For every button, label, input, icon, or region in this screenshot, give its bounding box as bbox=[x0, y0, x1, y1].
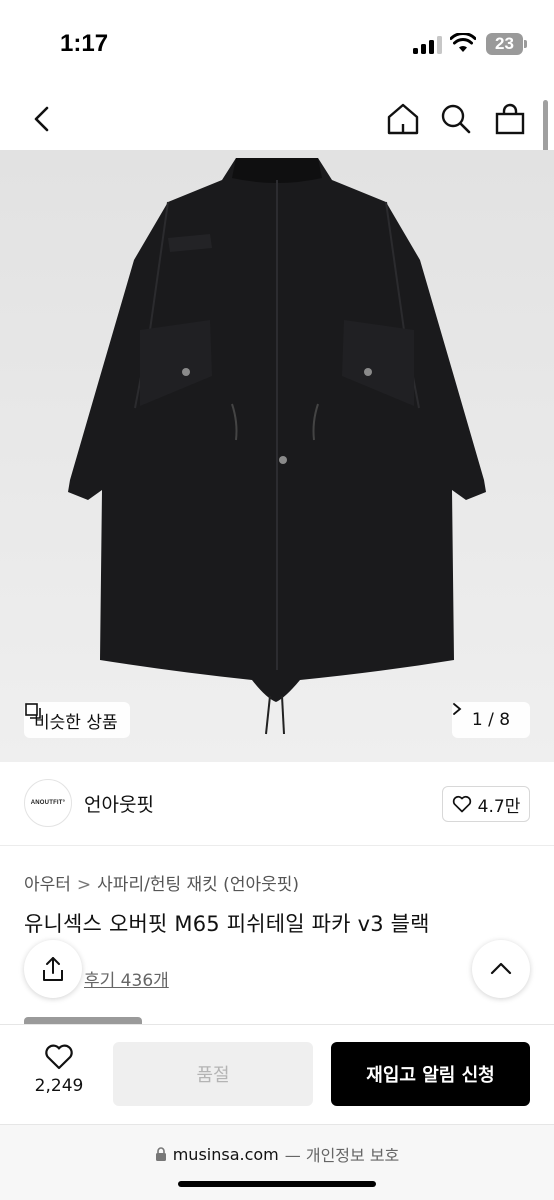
breadcrumb-item[interactable]: 사파리/헌팅 재킷 (언아웃핏) bbox=[97, 875, 299, 895]
shopping-bag-icon bbox=[495, 103, 525, 135]
scroll-to-top-button[interactable] bbox=[472, 940, 530, 998]
privacy-label: — 개인정보 보호 bbox=[284, 1146, 400, 1165]
lock-icon bbox=[155, 1146, 166, 1161]
share-icon bbox=[43, 957, 63, 981]
brand-like-button[interactable]: 4.7만 bbox=[442, 786, 530, 822]
chevron-up-icon bbox=[490, 962, 512, 975]
battery-level: 23 bbox=[495, 34, 514, 53]
gallery-counter: 1 / 8 bbox=[471, 710, 511, 730]
home-icon bbox=[387, 103, 419, 135]
gallery-counter-button[interactable]: 1 / 8 bbox=[452, 702, 530, 738]
product-title: 유니섹스 오버핏 M65 피쉬테일 파카 v3 블랙 bbox=[24, 912, 430, 936]
similar-products-button[interactable]: 비슷한 상품 bbox=[24, 702, 130, 738]
similar-items-icon bbox=[25, 703, 41, 719]
address-bar[interactable]: musinsa.com — 개인정보 보호 bbox=[0, 1142, 554, 1166]
top-navigation bbox=[0, 88, 554, 150]
brand-row: ANOUTFIT° 언아웃핏 4.7만 bbox=[0, 762, 554, 846]
home-indicator[interactable] bbox=[178, 1181, 376, 1187]
category-breadcrumb: 아우터 > 사파리/헌팅 재킷 (언아웃핏) bbox=[24, 870, 299, 895]
wishlist-button[interactable]: 2,249 bbox=[22, 1043, 96, 1107]
wifi-icon bbox=[450, 33, 476, 52]
chevron-right-icon bbox=[453, 703, 462, 715]
brand-logo[interactable]: ANOUTFIT° bbox=[24, 779, 72, 827]
product-photo-parka bbox=[68, 158, 486, 735]
brand-like-count: 4.7만 bbox=[477, 796, 521, 817]
wishlist-count: 2,249 bbox=[34, 1076, 84, 1096]
browser-bottom-bar: musinsa.com — 개인정보 보호 bbox=[0, 1124, 554, 1200]
heart-icon bbox=[45, 1044, 73, 1070]
chevron-left-icon bbox=[34, 106, 49, 132]
sold-out-button: 품절 bbox=[113, 1042, 313, 1106]
battery-icon: 23 bbox=[486, 33, 527, 55]
review-link[interactable]: 후기 436개 bbox=[84, 966, 169, 991]
heart-icon bbox=[452, 795, 471, 813]
status-bar: 1:17 23 bbox=[0, 0, 554, 88]
back-button[interactable] bbox=[20, 96, 64, 142]
search-button[interactable] bbox=[434, 96, 478, 142]
breadcrumb-item[interactable]: 아우터 bbox=[24, 875, 71, 895]
product-image-gallery[interactable]: 비슷한 상품 1 / 8 bbox=[0, 150, 554, 762]
status-time: 1:17 bbox=[60, 30, 109, 57]
home-button[interactable] bbox=[381, 96, 425, 142]
cellular-signal-icon bbox=[413, 36, 443, 54]
brand-name[interactable]: 언아웃핏 bbox=[84, 790, 154, 817]
share-button[interactable] bbox=[24, 940, 82, 998]
url-domain: musinsa.com bbox=[172, 1144, 279, 1164]
similar-products-label: 비슷한 상품 bbox=[34, 712, 118, 733]
breadcrumb-separator-icon: > bbox=[76, 875, 92, 895]
cart-button[interactable] bbox=[488, 96, 532, 142]
restock-alert-button[interactable]: 재입고 알림 신청 bbox=[331, 1042, 530, 1106]
purchase-action-bar: 2,249 품절 재입고 알림 신청 bbox=[0, 1024, 554, 1124]
search-icon bbox=[441, 104, 471, 134]
brand-logo-text: ANOUTFIT° bbox=[30, 800, 66, 806]
